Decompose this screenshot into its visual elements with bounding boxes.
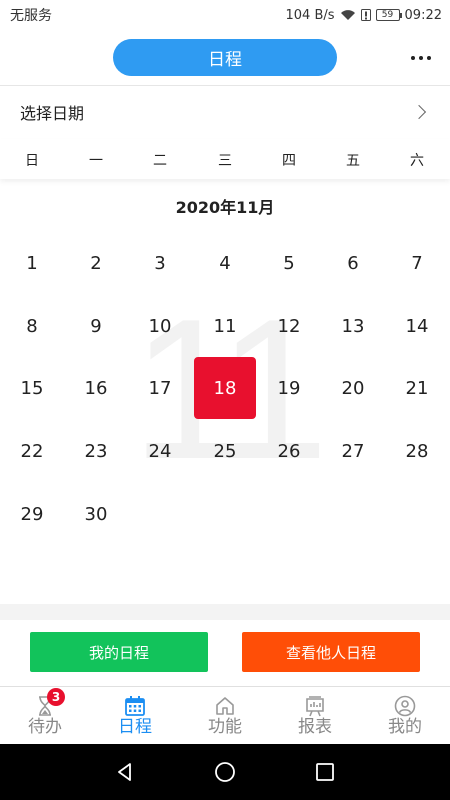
calendar-day[interactable]: 11 [194,295,256,357]
calendar-day[interactable]: 17 [129,357,191,419]
weekday-label: 四 [282,153,296,169]
clock: 09:22 [404,7,442,23]
tab-reports[interactable]: 报表 [270,687,360,745]
more-options-button[interactable] [406,43,436,73]
section-divider [0,604,450,620]
calendar-day[interactable]: 14 [386,295,448,357]
notification-icon [360,9,371,21]
calendar-day[interactable]: 25 [194,420,256,482]
month-title: 2020年11月 [175,198,275,217]
carrier-text: 无服务 [10,8,52,24]
tab-label: 日程 [118,717,152,737]
calendar-day[interactable]: 26 [258,420,320,482]
bottom-tab-bar: 待办 3 日程 功能 报表 我的 [0,686,450,744]
calendar-day[interactable]: 1 [1,232,63,294]
calendar-day[interactable]: 22 [1,420,63,482]
tab-schedule[interactable]: 日程 [90,687,180,745]
calendar-day[interactable]: 13 [322,295,384,357]
battery-icon: 59 [375,9,402,21]
calendar-day[interactable]: 24 [129,420,191,482]
home-circle-icon [215,762,235,782]
report-icon [306,696,324,717]
calendar-day[interactable]: 16 [65,357,127,419]
weekday-header: 日 一 二 三 四 五 六 [0,139,450,179]
calendar-day[interactable]: 8 [1,295,63,357]
tab-todo[interactable]: 待办 3 [0,687,90,745]
back-triangle-icon [118,763,131,781]
back-button[interactable] [110,757,140,787]
weekday-label: 三 [218,153,232,169]
recents-button[interactable] [310,757,340,787]
more-dot-icon [411,56,415,60]
weekday-label: 一 [89,153,103,169]
tab-label: 功能 [208,717,242,737]
calendar-day[interactable]: 12 [258,295,320,357]
calendar-day[interactable]: 15 [1,357,63,419]
calendar-day[interactable]: 9 [65,295,127,357]
notification-badge: 3 [47,688,65,706]
tab-label: 待办 [28,717,62,737]
tab-label: 报表 [298,717,332,737]
select-date-label: 选择日期 [20,104,85,123]
weekday-label: 日 [25,153,39,169]
my-schedule-button[interactable]: 我的日程 [30,632,208,672]
header: 日程 [0,30,450,86]
calendar-day[interactable]: 27 [322,420,384,482]
more-dot-icon [427,56,431,60]
wifi-icon [340,10,355,20]
calendar-day[interactable]: 29 [1,483,63,545]
select-date-row[interactable]: 选择日期 [0,87,450,137]
calendar-day[interactable]: 5 [258,232,320,294]
view-others-schedule-button[interactable]: 查看他人日程 [242,632,420,672]
calendar-day[interactable]: 10 [129,295,191,357]
weekday-label: 二 [153,153,167,169]
recents-square-icon [316,763,334,781]
calendar-day[interactable]: 7 [386,232,448,294]
calendar-day[interactable]: 19 [258,357,320,419]
weekday-label: 五 [346,153,360,169]
calendar-day[interactable]: 2 [65,232,127,294]
calendar-day[interactable]: 23 [65,420,127,482]
tab-label: 我的 [388,717,422,737]
user-icon [394,695,416,717]
tab-mine[interactable]: 我的 [360,687,450,745]
more-dot-icon [419,56,423,60]
calendar-day[interactable]: 28 [386,420,448,482]
calendar-day[interactable]: 6 [322,232,384,294]
system-navigation-bar [0,744,450,800]
page-title[interactable]: 日程 [113,39,337,76]
chevron-right-icon [411,104,427,120]
calendar-day[interactable]: 3 [129,232,191,294]
calendar-day[interactable]: 20 [322,357,384,419]
tab-functions[interactable]: 功能 [180,687,270,745]
calendar-day[interactable]: 30 [65,483,127,545]
calendar-day[interactable]: 21 [386,357,448,419]
network-speed: 104 B/s [285,7,335,23]
status-bar: 无服务 104 B/s 59 09:22 [0,0,450,30]
calendar-day[interactable]: 4 [194,232,256,294]
weekday-label: 六 [410,153,424,169]
calendar-day-selected[interactable]: 18 [194,357,256,419]
status-right: 104 B/s 59 09:22 [286,8,443,23]
home-icon [216,697,234,715]
home-button[interactable] [210,757,240,787]
calendar-icon [125,696,145,716]
